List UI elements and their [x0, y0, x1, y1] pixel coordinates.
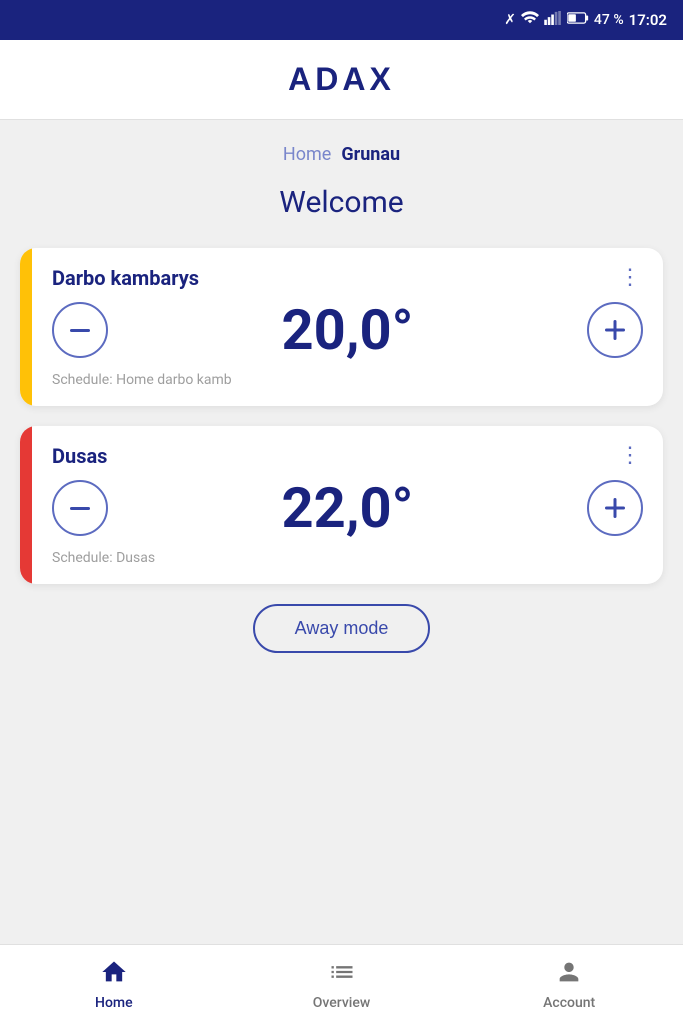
nav-label-overview: Overview: [313, 995, 370, 1011]
away-mode-button[interactable]: Away mode: [253, 604, 431, 653]
card-body-dusas: Dusas ⋮ 22,0° Schedule: Dusas: [32, 426, 663, 584]
decrease-temp-dusas[interactable]: [52, 480, 108, 536]
device-menu-darbo[interactable]: ⋮: [619, 267, 643, 289]
breadcrumb-current[interactable]: Grunau: [341, 144, 400, 165]
nav-item-account[interactable]: Account: [455, 945, 683, 1024]
increase-temp-dusas[interactable]: [587, 480, 643, 536]
signal-icon: [544, 11, 562, 29]
battery-icon: [567, 12, 589, 28]
breadcrumb-home[interactable]: Home: [283, 144, 331, 165]
nav-item-home[interactable]: Home: [0, 945, 228, 1024]
card-header-dusas: Dusas ⋮: [52, 444, 643, 468]
temp-darbo: 20,0°: [282, 302, 414, 358]
card-controls-darbo: 20,0°: [52, 302, 643, 358]
device-name-dusas: Dusas: [52, 444, 107, 468]
battery-percent: 47 %: [594, 12, 624, 28]
schedule-darbo: Schedule: Home darbo kamb: [52, 372, 643, 388]
device-card-darbo: Darbo kambarys ⋮ 20,0° Schedule: Home da…: [20, 248, 663, 406]
wifi-icon: [521, 11, 539, 29]
status-icons: ✗ 47 % 17:02: [504, 11, 667, 29]
nav-label-home: Home: [95, 995, 133, 1011]
nav-item-overview[interactable]: Overview: [228, 945, 456, 1024]
temp-dusas: 22,0°: [282, 480, 414, 536]
device-card-dusas: Dusas ⋮ 22,0° Schedule: Dusas: [20, 426, 663, 584]
bottom-nav: Home Overview Account: [0, 944, 683, 1024]
card-body-darbo: Darbo kambarys ⋮ 20,0° Schedule: Home da…: [32, 248, 663, 406]
overview-icon: [328, 958, 356, 991]
schedule-dusas: Schedule: Dusas: [52, 550, 643, 566]
card-accent-yellow: [20, 248, 32, 406]
away-mode-container: Away mode: [20, 604, 663, 653]
home-icon: [100, 958, 128, 991]
increase-temp-darbo[interactable]: [587, 302, 643, 358]
card-header-darbo: Darbo kambarys ⋮: [52, 266, 643, 290]
device-menu-dusas[interactable]: ⋮: [619, 445, 643, 467]
app-logo: ADAX: [288, 61, 395, 98]
nav-label-account: Account: [543, 995, 595, 1011]
account-icon: [555, 958, 583, 991]
card-controls-dusas: 22,0°: [52, 480, 643, 536]
bluetooth-icon: ✗: [504, 12, 516, 28]
main-content: Home Grunau Welcome Darbo kambarys ⋮ 20,…: [0, 120, 683, 944]
decrease-temp-darbo[interactable]: [52, 302, 108, 358]
welcome-title: Welcome: [20, 185, 663, 220]
status-bar: ✗ 47 % 17:02: [0, 0, 683, 40]
app-header: ADAX: [0, 40, 683, 120]
clock: 17:02: [629, 11, 667, 29]
card-accent-red: [20, 426, 32, 584]
breadcrumb: Home Grunau: [20, 120, 663, 175]
device-name-darbo: Darbo kambarys: [52, 266, 199, 290]
